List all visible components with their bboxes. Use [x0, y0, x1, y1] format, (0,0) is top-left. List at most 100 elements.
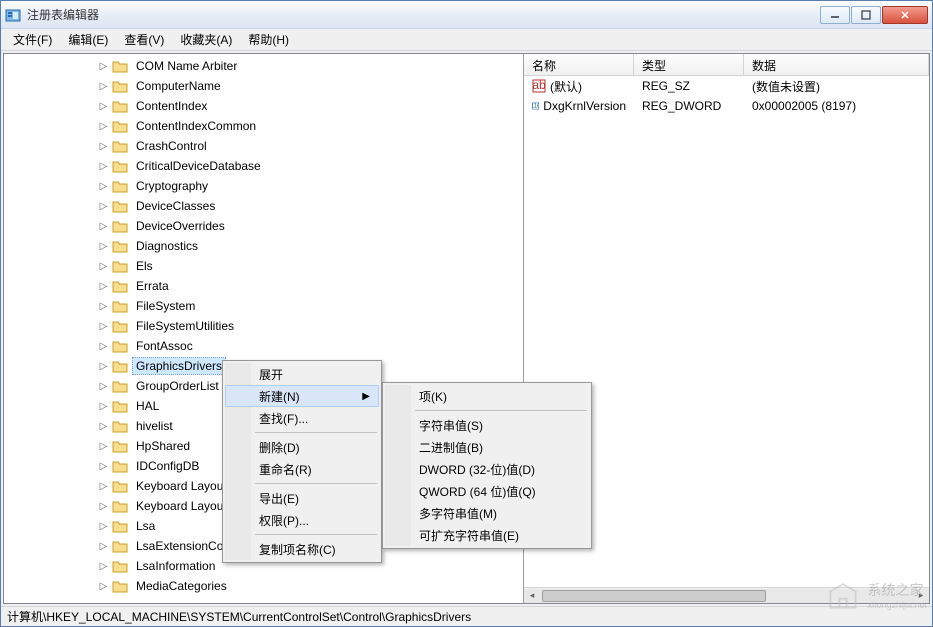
tree-item-DeviceClasses[interactable]: ▷ DeviceClasses — [4, 196, 523, 216]
separator — [255, 483, 377, 484]
expand-toggle-icon[interactable]: ▷ — [98, 361, 109, 372]
expand-toggle-icon[interactable]: ▷ — [98, 501, 109, 512]
horizontal-scrollbar[interactable]: ◂ ▸ — [524, 587, 929, 603]
menu-3[interactable]: 收藏夹(A) — [172, 29, 240, 50]
tree-item-MediaCategories[interactable]: ▷ MediaCategories — [4, 576, 523, 596]
tree-item-FileSystemUtilities[interactable]: ▷ FileSystemUtilities — [4, 316, 523, 336]
expand-toggle-icon[interactable]: ▷ — [98, 261, 109, 272]
menu-item[interactable]: 展开 — [225, 363, 379, 385]
expand-toggle-icon[interactable]: ▷ — [98, 441, 109, 452]
tree-label: Cryptography — [132, 177, 212, 195]
cell-data: (数值未设置) — [744, 78, 929, 95]
menu-4[interactable]: 帮助(H) — [240, 29, 297, 50]
menu-item[interactable]: 重命名(R) — [225, 458, 379, 480]
menu-item[interactable]: 权限(P)... — [225, 509, 379, 531]
menu-item[interactable]: 多字符串值(M) — [385, 502, 589, 524]
tree-item-CriticalDeviceDatabase[interactable]: ▷CriticalDeviceDatabase — [4, 156, 523, 176]
tree-item-ComputerName[interactable]: ▷ComputerName — [4, 76, 523, 96]
tree-label: FontAssoc — [132, 337, 197, 355]
scroll-left-button[interactable]: ◂ — [524, 589, 540, 603]
scroll-thumb[interactable] — [542, 590, 766, 602]
menu-1[interactable]: 编辑(E) — [60, 29, 116, 50]
tree-label: MediaCategories — [132, 577, 231, 595]
expand-toggle-icon[interactable]: ▷ — [98, 381, 109, 392]
tree-label: Els — [132, 257, 157, 275]
tree-item-CrashControl[interactable]: ▷CrashControl — [4, 136, 523, 156]
context-menu-new-submenu[interactable]: 项(K) 字符串值(S)二进制值(B)DWORD (32-位)值(D)QWORD … — [382, 382, 592, 549]
menu-item[interactable]: 导出(E) — [225, 487, 379, 509]
tree-item-ContentIndex[interactable]: ▷ContentIndex — [4, 96, 523, 116]
tree-label: FileSystemUtilities — [132, 317, 238, 335]
tree-label: Lsa — [132, 517, 159, 535]
menu-item[interactable]: 复制项名称(C) — [225, 538, 379, 560]
list-row[interactable]: ab(默认)REG_SZ(数值未设置) — [524, 76, 929, 96]
statusbar: 计算机\HKEY_LOCAL_MACHINE\SYSTEM\CurrentCon… — [1, 606, 932, 626]
expand-toggle-icon[interactable]: ▷ — [98, 581, 109, 592]
submenu-arrow-icon: ▶ — [362, 391, 370, 402]
expand-toggle-icon[interactable]: ▷ — [98, 161, 109, 172]
menu-item[interactable]: DWORD (32-位)值(D) — [385, 458, 589, 480]
minimize-button[interactable] — [820, 6, 850, 24]
expand-toggle-icon[interactable]: ▷ — [98, 141, 109, 152]
menu-item[interactable]: 字符串值(S) — [385, 414, 589, 436]
expand-toggle-icon[interactable]: ▷ — [98, 101, 109, 112]
expand-toggle-icon[interactable]: ▷ — [98, 481, 109, 492]
tree-label: IDConfigDB — [132, 457, 203, 475]
menu-item[interactable]: 项(K) — [385, 385, 589, 407]
expand-toggle-icon[interactable]: ▷ — [98, 521, 109, 532]
expand-toggle-icon[interactable]: ▷ — [98, 201, 109, 212]
col-header-name[interactable]: 名称 — [524, 54, 634, 75]
tree-item-Diagnostics[interactable]: ▷ Diagnostics — [4, 236, 523, 256]
statusbar-path: 计算机\HKEY_LOCAL_MACHINE\SYSTEM\CurrentCon… — [7, 608, 471, 625]
tree-label: DeviceClasses — [132, 197, 219, 215]
tree-item-Cryptography[interactable]: ▷ Cryptography — [4, 176, 523, 196]
expand-toggle-icon[interactable]: ▷ — [98, 81, 109, 92]
menu-item[interactable]: 二进制值(B) — [385, 436, 589, 458]
menu-2[interactable]: 查看(V) — [116, 29, 172, 50]
tree-item-COMNameArbiter[interactable]: ▷ COM Name Arbiter — [4, 56, 523, 76]
tree-item-Els[interactable]: ▷ Els — [4, 256, 523, 276]
maximize-button[interactable] — [851, 6, 881, 24]
expand-toggle-icon[interactable]: ▷ — [98, 61, 109, 72]
expand-toggle-icon[interactable]: ▷ — [98, 421, 109, 432]
tree-label: hivelist — [132, 417, 177, 435]
col-header-data[interactable]: 数据 — [744, 54, 929, 75]
expand-toggle-icon[interactable]: ▷ — [98, 561, 109, 572]
menu-0[interactable]: 文件(F) — [5, 29, 60, 50]
tree-item-FontAssoc[interactable]: ▷ FontAssoc — [4, 336, 523, 356]
tree-item-Errata[interactable]: ▷Errata — [4, 276, 523, 296]
expand-toggle-icon[interactable]: ▷ — [98, 321, 109, 332]
expand-toggle-icon[interactable]: ▷ — [98, 461, 109, 472]
context-menu-primary[interactable]: 展开新建(N)▶查找(F)... 删除(D)重命名(R) 导出(E)权限(P)...… — [222, 360, 382, 563]
expand-toggle-icon[interactable]: ▷ — [98, 281, 109, 292]
cell-name: 110DxgKrnlVersion — [524, 99, 634, 113]
expand-toggle-icon[interactable]: ▷ — [98, 341, 109, 352]
tree-item-ContentIndexCommon[interactable]: ▷ ContentIndexCommon — [4, 116, 523, 136]
menu-item[interactable]: 删除(D) — [225, 436, 379, 458]
tree-label: HpShared — [132, 437, 194, 455]
separator — [255, 432, 377, 433]
expand-toggle-icon[interactable]: ▷ — [98, 221, 109, 232]
expand-toggle-icon[interactable]: ▷ — [98, 401, 109, 412]
tree-item-DeviceOverrides[interactable]: ▷DeviceOverrides — [4, 216, 523, 236]
expand-toggle-icon[interactable]: ▷ — [98, 241, 109, 252]
tree-item-FileSystem[interactable]: ▷FileSystem — [4, 296, 523, 316]
expand-toggle-icon[interactable]: ▷ — [98, 121, 109, 132]
list-row[interactable]: 110DxgKrnlVersionREG_DWORD0x00002005 (81… — [524, 96, 929, 116]
menu-item[interactable]: QWORD (64 位)值(Q) — [385, 480, 589, 502]
scroll-right-button[interactable]: ▸ — [913, 589, 929, 603]
menu-item[interactable]: 查找(F)... — [225, 407, 379, 429]
expand-toggle-icon[interactable]: ▷ — [98, 301, 109, 312]
menu-item[interactable]: 可扩充字符串值(E) — [385, 524, 589, 546]
expand-toggle-icon[interactable]: ▷ — [98, 181, 109, 192]
tree-label: ContentIndexCommon — [132, 117, 260, 135]
close-button[interactable] — [882, 6, 928, 24]
tree-label: Diagnostics — [132, 237, 202, 255]
tree-label: LsaInformation — [132, 557, 219, 575]
col-header-type[interactable]: 类型 — [634, 54, 744, 75]
menu-item[interactable]: 新建(N)▶ — [225, 385, 379, 407]
tree-label: GraphicsDrivers — [132, 357, 226, 375]
titlebar[interactable]: 注册表编辑器 — [1, 1, 932, 29]
tree-label: COM Name Arbiter — [132, 57, 241, 75]
expand-toggle-icon[interactable]: ▷ — [98, 541, 109, 552]
